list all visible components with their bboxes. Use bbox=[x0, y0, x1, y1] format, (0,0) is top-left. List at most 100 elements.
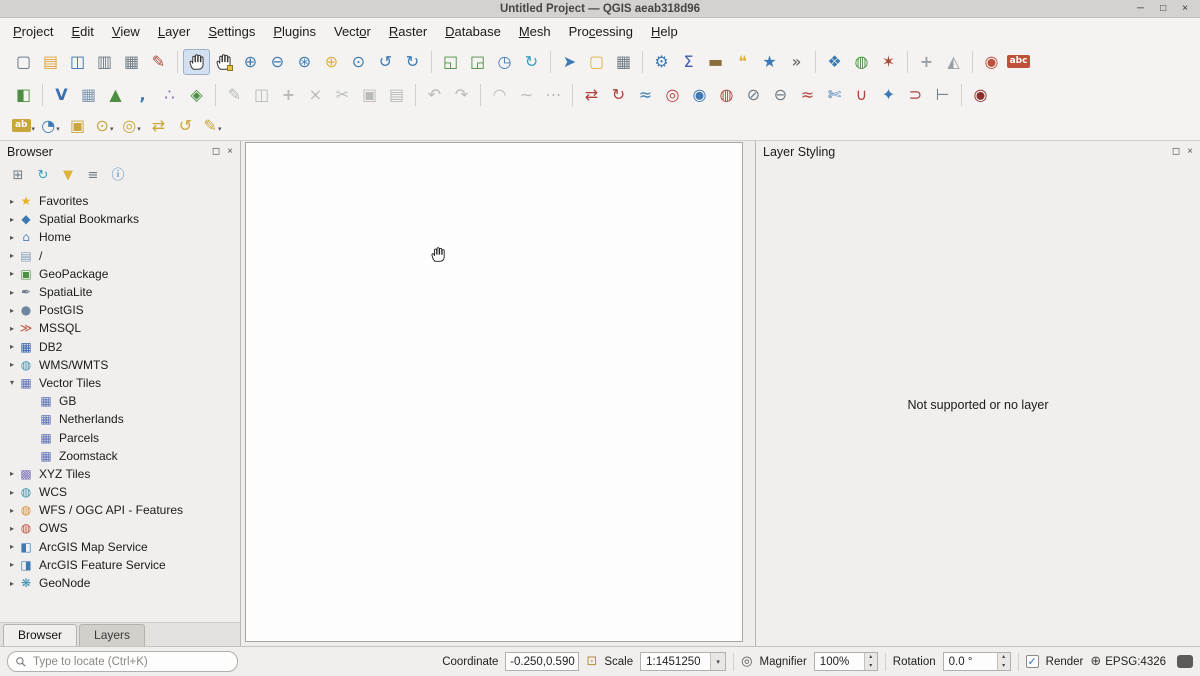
menu-raster[interactable]: Raster bbox=[380, 19, 436, 44]
tree-item-netherlands[interactable]: ▦Netherlands bbox=[0, 410, 240, 428]
tree-item-[interactable]: ▸▤/ bbox=[0, 247, 240, 265]
locate-search-input[interactable] bbox=[8, 656, 237, 668]
coordinate-capture[interactable]: + bbox=[913, 49, 940, 75]
properties-widget-toggle[interactable]: ⓘ bbox=[109, 167, 127, 185]
zoom-out[interactable]: ⊖ bbox=[264, 49, 291, 75]
tree-item-gb[interactable]: ▦GB bbox=[0, 392, 240, 410]
expand-arrow-icon[interactable]: ▸ bbox=[6, 342, 18, 351]
cut-features[interactable]: ✂ bbox=[329, 82, 356, 108]
add-raster-layer[interactable]: ▦ bbox=[75, 82, 102, 108]
python-console[interactable]: ❖ bbox=[821, 49, 848, 75]
expand-arrow-icon[interactable]: ▸ bbox=[6, 269, 18, 278]
tree-item-arcgis-feature-service[interactable]: ▸◨ArcGIS Feature Service bbox=[0, 556, 240, 574]
expand-arrow-icon[interactable]: ▸ bbox=[6, 506, 18, 515]
zoom-last[interactable]: ↺ bbox=[372, 49, 399, 75]
new-map-view[interactable]: ◱ bbox=[437, 49, 464, 75]
menu-settings[interactable]: Settings bbox=[199, 19, 264, 44]
temporal-controller[interactable]: ◷ bbox=[491, 49, 518, 75]
snapping-options[interactable]: ◉ bbox=[967, 82, 994, 108]
close-panel-button[interactable]: × bbox=[1187, 147, 1193, 157]
menu-help[interactable]: Help bbox=[642, 19, 687, 44]
expand-arrow-icon[interactable]: ▸ bbox=[6, 288, 18, 297]
tree-item-db2[interactable]: ▸▦DB2 bbox=[0, 338, 240, 356]
scale-combo[interactable]: 1:1451250 ▾ bbox=[640, 652, 726, 671]
maximize-button[interactable]: □ bbox=[1160, 0, 1166, 18]
processing-toolbox[interactable]: ⚙ bbox=[648, 49, 675, 75]
pan-map[interactable] bbox=[183, 49, 210, 75]
identify-features[interactable]: ➤ bbox=[556, 49, 583, 75]
statistical-summary[interactable]: Σ bbox=[675, 49, 702, 75]
digitizing-options[interactable]: ⋯ bbox=[540, 82, 567, 108]
add-ring[interactable]: ◎ bbox=[659, 82, 686, 108]
zoom-in[interactable]: ⊕ bbox=[237, 49, 264, 75]
fill-ring[interactable]: ◍ bbox=[713, 82, 740, 108]
toggle-editing[interactable]: ✎ bbox=[221, 82, 248, 108]
collapse-all[interactable]: ≡ bbox=[84, 167, 102, 185]
debugging-tools[interactable]: ✶ bbox=[875, 49, 902, 75]
rotate-label[interactable]: ↺ bbox=[172, 114, 199, 137]
layer-labeling-options[interactable]: ab▾ bbox=[10, 114, 37, 137]
show-hide-labels[interactable]: ◎▾ bbox=[118, 114, 145, 137]
tab-browser[interactable]: Browser bbox=[3, 624, 77, 646]
add-delimited-text-layer[interactable]: , bbox=[129, 82, 156, 108]
open-data-source-manager[interactable]: ◧ bbox=[10, 82, 37, 108]
select-features[interactable]: ▢ bbox=[583, 49, 610, 75]
expand-arrow-icon[interactable]: ▸ bbox=[6, 360, 18, 369]
spin-up-icon[interactable]: ▴ bbox=[865, 653, 877, 662]
messages-icon[interactable] bbox=[1177, 655, 1193, 668]
render-checkbox[interactable]: ✓ bbox=[1026, 655, 1039, 668]
highlight-pinned-labels[interactable]: ▣ bbox=[64, 114, 91, 137]
rotation-spinbox[interactable]: 0.0 ° ▴▾ bbox=[943, 652, 1011, 671]
menu-database[interactable]: Database bbox=[436, 19, 510, 44]
add-mesh-layer[interactable]: ▲ bbox=[102, 82, 129, 108]
delete-ring[interactable]: ⊘ bbox=[740, 82, 767, 108]
menu-processing[interactable]: Processing bbox=[560, 19, 642, 44]
reshape-features[interactable]: ≈ bbox=[794, 82, 821, 108]
menu-edit[interactable]: Edit bbox=[62, 19, 102, 44]
menu-layer[interactable]: Layer bbox=[149, 19, 200, 44]
tree-item-zoomstack[interactable]: ▦Zoomstack bbox=[0, 447, 240, 465]
toolbar-overflow[interactable]: » bbox=[783, 49, 810, 75]
tree-item-wcs[interactable]: ▸◍WCS bbox=[0, 483, 240, 501]
menu-view[interactable]: View bbox=[103, 19, 149, 44]
expand-arrow-icon[interactable]: ▸ bbox=[6, 324, 18, 333]
add-part[interactable]: ◉ bbox=[686, 82, 713, 108]
tree-item-favorites[interactable]: ▸★Favorites bbox=[0, 192, 240, 210]
new-3d-map-view[interactable]: ◲ bbox=[464, 49, 491, 75]
tree-item-mssql[interactable]: ▸≫MSSQL bbox=[0, 319, 240, 337]
magnifier-spinbox[interactable]: 100% ▴▾ bbox=[814, 652, 878, 671]
tree-item-parcels[interactable]: ▦Parcels bbox=[0, 428, 240, 446]
tree-item-geonode[interactable]: ▸❋GeoNode bbox=[0, 574, 240, 592]
layer-diagram-options[interactable]: ◔▾ bbox=[37, 114, 64, 137]
tab-layers[interactable]: Layers bbox=[79, 624, 145, 646]
menu-mesh[interactable]: Mesh bbox=[510, 19, 560, 44]
refresh-map[interactable]: ↻ bbox=[518, 49, 545, 75]
extent-toggle-icon[interactable]: ⊡ bbox=[586, 655, 597, 668]
menu-vector[interactable]: Vector bbox=[325, 19, 380, 44]
zoom-to-layer[interactable]: ⊙ bbox=[345, 49, 372, 75]
add-point-cloud-layer[interactable]: ∴ bbox=[156, 82, 183, 108]
tree-item-spatialite[interactable]: ▸✒SpatiaLite bbox=[0, 283, 240, 301]
change-label-properties[interactable]: ✎▾ bbox=[199, 114, 226, 137]
spin-down-icon[interactable]: ▾ bbox=[998, 662, 1010, 671]
zoom-to-selection[interactable]: ⊕ bbox=[318, 49, 345, 75]
tree-item-vector-tiles[interactable]: ▾▦Vector Tiles bbox=[0, 374, 240, 392]
close-panel-button[interactable]: × bbox=[227, 147, 233, 157]
save-layer-edits[interactable]: ◫ bbox=[248, 82, 275, 108]
stream-digitizing[interactable]: ∼ bbox=[513, 82, 540, 108]
float-panel-button[interactable]: ◻ bbox=[212, 147, 220, 157]
spin-down-icon[interactable]: ▾ bbox=[865, 662, 877, 671]
menu-plugins[interactable]: Plugins bbox=[264, 19, 325, 44]
dropdown-arrow-icon[interactable]: ▾ bbox=[710, 653, 725, 670]
tree-item-wms-wmts[interactable]: ▸◍WMS/WMTS bbox=[0, 356, 240, 374]
show-map-tips[interactable]: ❝ bbox=[729, 49, 756, 75]
expand-arrow-icon[interactable]: ▸ bbox=[6, 215, 18, 224]
tree-item-geopackage[interactable]: ▸▣GeoPackage bbox=[0, 265, 240, 283]
spell-check[interactable]: abc bbox=[1005, 49, 1032, 75]
expand-arrow-icon[interactable]: ▸ bbox=[6, 197, 18, 206]
show-layout-manager[interactable]: ▦ bbox=[118, 49, 145, 75]
tree-item-arcgis-map-service[interactable]: ▸◧ArcGIS Map Service bbox=[0, 538, 240, 556]
split-features[interactable]: ✄ bbox=[821, 82, 848, 108]
paste-features[interactable]: ▤ bbox=[383, 82, 410, 108]
tree-item-wfs-ogc-api-features[interactable]: ▸◍WFS / OGC API - Features bbox=[0, 501, 240, 519]
